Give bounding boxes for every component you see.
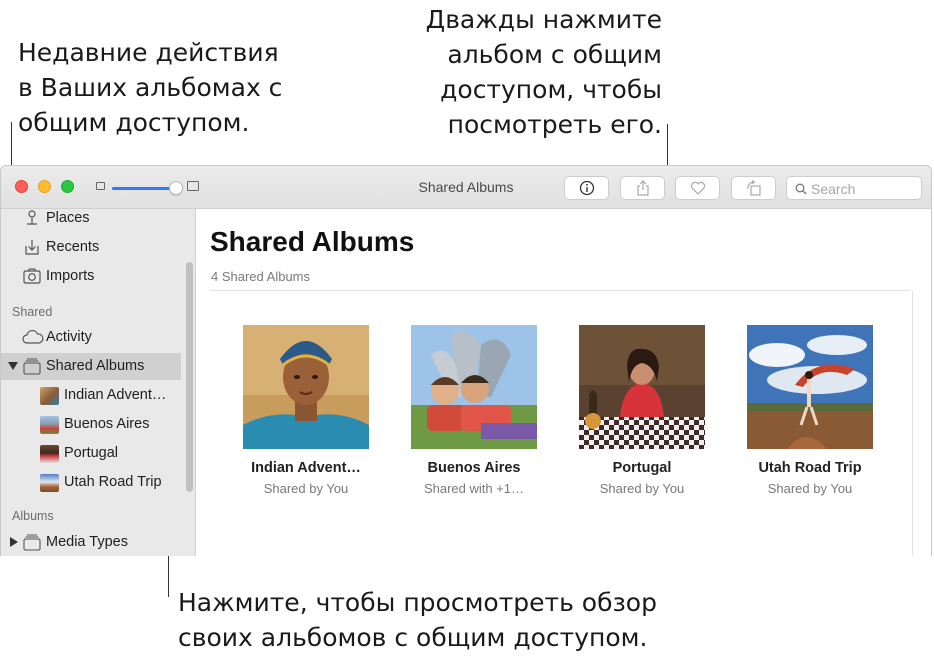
sidebar-item-label: Portugal xyxy=(64,445,119,461)
sidebar-item-album[interactable]: Utah Road Trip xyxy=(1,469,181,496)
album-thumbnail xyxy=(40,416,59,434)
disclosure-expanded-icon[interactable] xyxy=(8,362,18,370)
sidebar-item-label: Utah Road Trip xyxy=(64,474,162,490)
heart-icon xyxy=(690,181,705,195)
album-cover[interactable] xyxy=(411,325,537,449)
callout-overview: Нажмите, чтобы просмотреть обзор своих а… xyxy=(178,585,657,655)
share-icon xyxy=(636,180,649,196)
rotate-icon xyxy=(746,180,761,196)
sidebar-item-imports[interactable]: Imports xyxy=(1,263,181,290)
sidebar-item-label: Indian Advent… xyxy=(64,387,167,403)
camera-import-icon xyxy=(23,268,41,284)
callout-line: общим доступом. xyxy=(18,108,250,137)
info-icon xyxy=(579,180,594,196)
sidebar-item-album[interactable]: Portugal xyxy=(1,440,181,467)
album-stack-icon xyxy=(23,358,41,375)
callout-line: посмотреть его. xyxy=(447,110,662,139)
sidebar-item-album[interactable]: Indian Advent… xyxy=(1,382,181,409)
search-field[interactable] xyxy=(786,176,922,200)
callout-line: своих альбомов с общим доступом. xyxy=(178,623,648,652)
album-thumbnail xyxy=(40,387,59,405)
favorite-button[interactable] xyxy=(675,176,720,200)
maximize-window-button[interactable] xyxy=(61,180,74,193)
callout-line: Нажмите, чтобы просмотреть обзор xyxy=(178,588,657,617)
divider xyxy=(912,291,913,556)
album-subtitle: Shared by You xyxy=(599,481,685,496)
sidebar-item-label: Places xyxy=(46,210,90,226)
kids-photo xyxy=(411,325,537,449)
album-name: Utah Road Trip xyxy=(758,460,862,476)
zoom-in-icon xyxy=(187,181,199,191)
album-subtitle: Shared by You xyxy=(767,481,853,496)
sidebar-item-label: Activity xyxy=(46,329,92,345)
album-stack-icon xyxy=(23,534,41,551)
album-thumbnail xyxy=(40,445,59,463)
sidebar: Places Recents Imports Shared Activity S… xyxy=(1,209,196,556)
disclosure-collapsed-icon[interactable] xyxy=(10,537,18,547)
close-window-button[interactable] xyxy=(15,180,28,193)
title-bar: Shared Albums xyxy=(1,166,931,209)
sidebar-item-label: Imports xyxy=(46,268,95,284)
sidebar-section-shared: Shared xyxy=(12,305,53,319)
sidebar-item-shared-albums[interactable]: Shared Albums xyxy=(1,353,181,380)
info-button[interactable] xyxy=(564,176,609,200)
main-content: Shared Albums 4 Shared Albums Indian Adv… xyxy=(197,209,931,556)
callout-line: доступом, чтобы xyxy=(440,75,662,104)
sidebar-item-recents[interactable]: Recents xyxy=(1,234,181,261)
page-title: Shared Albums xyxy=(210,226,415,257)
photos-window: Shared Albums Places Recents Impo xyxy=(0,165,932,556)
rotate-button[interactable] xyxy=(731,176,776,200)
zoom-slider-fill xyxy=(112,187,176,190)
album-thumbnail xyxy=(40,474,59,492)
download-tray-icon xyxy=(25,240,39,255)
sidebar-item-media-types[interactable]: Media Types xyxy=(1,529,181,556)
sidebar-item-activity[interactable]: Activity xyxy=(1,324,181,351)
portrait-photo xyxy=(243,325,369,449)
pin-icon xyxy=(27,210,37,225)
zoom-slider-knob[interactable] xyxy=(169,181,183,195)
album-count: 4 Shared Albums xyxy=(211,269,311,284)
album-subtitle: Shared by You xyxy=(263,481,349,496)
sidebar-item-label: Media Types xyxy=(46,534,128,550)
search-input[interactable] xyxy=(811,180,916,197)
zoom-out-icon xyxy=(96,182,105,190)
album-subtitle: Shared with +1… xyxy=(423,481,525,496)
desert-photo xyxy=(747,325,873,449)
album-name: Portugal xyxy=(612,460,672,476)
cloud-icon xyxy=(22,330,44,344)
album-name: Indian Advent… xyxy=(251,460,361,476)
album-name: Buenos Aires xyxy=(427,460,521,476)
callout-line: Недавние действия xyxy=(18,38,279,67)
minimize-window-button[interactable] xyxy=(38,180,51,193)
divider xyxy=(210,290,910,291)
album-cover[interactable] xyxy=(747,325,873,449)
callout-line: Дважды нажмите xyxy=(425,5,662,34)
sidebar-item-label: Buenos Aires xyxy=(64,416,150,432)
callout-recent-activity: Недавние действия в Ваших альбомах с общ… xyxy=(18,35,282,140)
search-icon xyxy=(795,183,807,195)
sidebar-section-albums: Albums xyxy=(12,509,54,523)
callout-double-click-album: Дважды нажмите альбом с общим доступом, … xyxy=(380,2,662,142)
album-cover[interactable] xyxy=(243,325,369,449)
sidebar-item-places[interactable]: Places xyxy=(1,205,181,232)
callout-line: альбом с общим xyxy=(447,40,662,69)
table-photo xyxy=(579,325,705,449)
sidebar-item-label: Recents xyxy=(46,239,100,255)
callout-line: в Ваших альбомах с xyxy=(18,73,283,102)
window-title: Shared Albums xyxy=(418,179,514,195)
sidebar-scrollbar[interactable] xyxy=(186,262,193,492)
sidebar-item-label: Shared Albums xyxy=(46,358,145,374)
sidebar-item-album[interactable]: Buenos Aires xyxy=(1,411,181,438)
album-cover[interactable] xyxy=(579,325,705,449)
share-button[interactable] xyxy=(620,176,665,200)
